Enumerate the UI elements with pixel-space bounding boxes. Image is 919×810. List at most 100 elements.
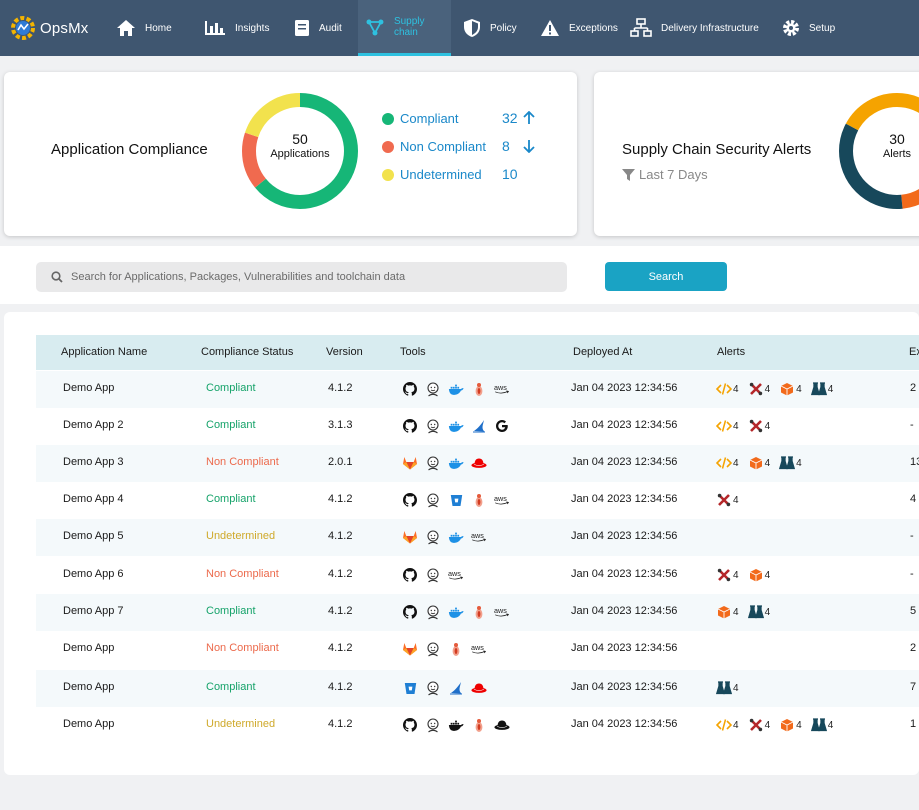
search-button[interactable]: Search <box>605 262 727 291</box>
cell-application-name[interactable]: Demo App <box>63 642 114 654</box>
legend-compliant[interactable]: Compliant 32 <box>382 109 552 129</box>
package-alert-icon <box>779 382 795 396</box>
alert-tools[interactable]: 4 <box>748 382 770 396</box>
column-header-exceptions[interactable]: Ex <box>909 346 919 358</box>
alert-test[interactable]: 4 <box>747 605 770 619</box>
alert-count: 4 <box>733 719 739 731</box>
nav-setup[interactable]: Setup <box>782 0 842 56</box>
github-icon <box>402 492 418 508</box>
table-row[interactable]: Demo App Non Compliant 4.1.2 Jan 04 2023 12… <box>36 631 919 668</box>
alert-package[interactable]: 4 <box>779 382 802 396</box>
jfrog-icon <box>471 717 487 733</box>
alert-tools[interactable]: 4 <box>716 493 739 507</box>
top-nav: OpsMx Home Insights Audit Supply chain P… <box>0 0 919 56</box>
alerts-filter[interactable]: Last 7 Days <box>622 167 708 182</box>
tools-alert-icon <box>748 382 764 396</box>
alert-package[interactable]: 4 <box>716 605 739 619</box>
alert-test[interactable]: 4 <box>810 382 833 396</box>
nav-policy[interactable]: Policy <box>463 0 529 56</box>
brand-logo[interactable]: OpsMx <box>10 14 89 42</box>
alert-test[interactable]: 4 <box>779 456 802 470</box>
supply-chain-icon <box>366 19 384 35</box>
nav-delivery-infrastructure[interactable]: Delivery Infrastructure <box>630 0 760 56</box>
cell-deployed-at: Jan 04 2023 12:34:56 <box>571 493 678 505</box>
brand-name: OpsMx <box>40 19 89 37</box>
cell-application-name[interactable]: Demo App <box>63 718 114 730</box>
cell-tools: aws <box>402 567 471 583</box>
code-alert-icon <box>716 382 732 396</box>
column-header-compliance-status[interactable]: Compliance Status <box>201 346 293 358</box>
test-alert-icon <box>747 605 764 619</box>
compliance-total-label: Applications <box>270 148 330 160</box>
nav-insights[interactable]: Insights <box>204 0 286 56</box>
search-box[interactable] <box>36 262 567 292</box>
alert-code[interactable]: 4 <box>716 382 739 396</box>
column-header-application-name[interactable]: Application Name <box>61 346 147 358</box>
jfrog-icon <box>471 381 487 397</box>
cell-application-name[interactable]: Demo App 6 <box>63 568 124 580</box>
alert-tools[interactable]: 4 <box>748 419 770 433</box>
aws-icon: aws <box>448 567 464 583</box>
cell-application-name[interactable]: Demo App 3 <box>63 456 124 468</box>
alert-tools[interactable]: 4 <box>748 718 771 732</box>
table-row[interactable]: Demo App 6 Non Compliant 4.1.2 Jan 04 2023 … <box>36 557 919 594</box>
nav-supply-chain[interactable]: Supply chain <box>358 0 451 56</box>
column-header-deployed-at[interactable]: Deployed At <box>573 346 632 358</box>
jenkins-icon <box>425 381 441 397</box>
legend-label-undetermined: Undetermined <box>400 167 482 182</box>
github-icon <box>402 567 418 583</box>
alert-package[interactable]: 4 <box>779 718 802 732</box>
legend-count-non-compliant: 8 <box>502 138 510 154</box>
aws-icon: aws <box>471 641 487 657</box>
cell-alerts: 44 <box>716 604 779 620</box>
nav-insights-label: Insights <box>235 22 270 34</box>
alert-code[interactable]: 4 <box>716 419 739 433</box>
search-icon <box>51 271 63 283</box>
cell-exceptions: - <box>910 419 914 431</box>
svg-text:aws: aws <box>494 606 507 615</box>
cell-tools <box>402 455 494 471</box>
table-row[interactable]: Demo App 2 Compliant 3.1.3 Jan 04 2023 12:3… <box>36 408 919 445</box>
package-alert-icon <box>716 605 732 619</box>
cell-application-name[interactable]: Demo App 7 <box>63 605 124 617</box>
table-row[interactable]: Demo App 3 Non Compliant 2.0.1 Jan 04 2023 … <box>36 445 919 482</box>
cell-application-name[interactable]: Demo App 5 <box>63 530 124 542</box>
cell-application-name[interactable]: Demo App <box>63 382 114 394</box>
alert-package[interactable]: 4 <box>748 568 770 582</box>
search-input[interactable] <box>70 262 560 292</box>
table-row[interactable]: Demo App 7 Compliant 4.1.2 Jan 04 2023 12:3… <box>36 594 919 631</box>
jenkins-icon <box>425 455 441 471</box>
cell-exceptions: - <box>910 568 914 580</box>
table-row[interactable]: Demo App Compliant 4.1.2 Jan 04 2023 12:34:… <box>36 371 919 408</box>
legend-non-compliant[interactable]: Non Compliant 8 <box>382 137 552 157</box>
nav-exceptions[interactable]: Exceptions <box>540 0 622 56</box>
cell-alerts: 44 <box>716 567 779 583</box>
alert-code[interactable]: 4 <box>716 456 739 470</box>
alert-test[interactable]: 4 <box>810 718 833 732</box>
alert-test[interactable]: 4 <box>716 681 739 695</box>
legend-undetermined[interactable]: Undetermined 10 <box>382 165 552 185</box>
alert-package[interactable]: 4 <box>748 456 770 470</box>
table-row[interactable]: Demo App 4 Compliant 4.1.2 Jan 04 2023 12:3… <box>36 482 919 519</box>
nav-home[interactable]: Home <box>116 0 194 56</box>
cell-exceptions: 7 <box>910 681 917 693</box>
column-header-tools[interactable]: Tools <box>400 346 426 358</box>
nav-audit-label: Audit <box>319 22 342 34</box>
table-row[interactable]: Demo App 5 Undetermined 4.1.2 Jan 04 2023 1… <box>36 519 919 556</box>
legend-dot-undetermined <box>382 169 394 181</box>
svg-text:aws: aws <box>471 643 484 652</box>
nav-audit[interactable]: Audit <box>294 0 354 56</box>
column-header-version[interactable]: Version <box>326 346 363 358</box>
cell-application-name[interactable]: Demo App <box>63 681 114 693</box>
cell-exceptions: 2 <box>910 642 917 654</box>
bitbucket-sail-icon <box>471 418 487 434</box>
table-row[interactable]: Demo App Undetermined 4.1.2 Jan 04 2023 12:… <box>36 707 919 744</box>
cell-application-name[interactable]: Demo App 2 <box>63 419 124 431</box>
alert-count: 4 <box>764 719 771 731</box>
column-header-alerts[interactable]: Alerts <box>717 346 745 358</box>
alert-code[interactable]: 4 <box>716 718 739 732</box>
cell-application-name[interactable]: Demo App 4 <box>63 493 124 505</box>
table-row[interactable]: Demo App Compliant 4.1.2 Jan 04 2023 12:34:… <box>36 670 919 707</box>
cell-tools <box>402 680 494 696</box>
alert-tools[interactable]: 4 <box>716 568 739 582</box>
